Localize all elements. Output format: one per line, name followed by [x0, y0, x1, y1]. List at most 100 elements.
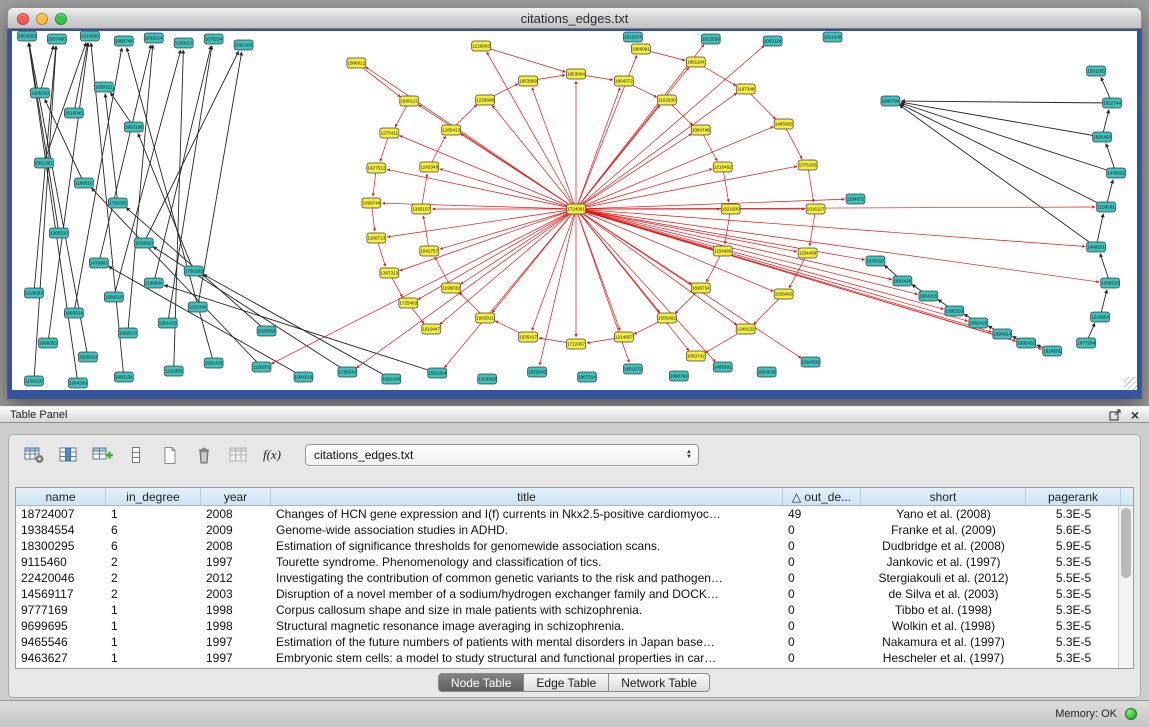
network-node[interactable]: 1912530 [701, 34, 720, 44]
network-node[interactable]: 1692013 [118, 328, 137, 338]
tab-edge-table[interactable]: Edge Table [523, 673, 609, 692]
network-node[interactable]: 1561420 [204, 358, 223, 368]
citation-edge-black[interactable] [144, 51, 239, 243]
citation-edge-black[interactable] [901, 101, 1112, 103]
citation-edge-red[interactable] [440, 169, 576, 209]
network-node[interactable]: 1677204 [1077, 338, 1096, 348]
network-node[interactable]: 1891426 [893, 276, 912, 286]
citation-edge-black[interactable] [44, 43, 86, 163]
select-columns-button[interactable] [53, 442, 83, 468]
network-node[interactable]: 1089213 [1101, 278, 1120, 288]
network-node[interactable]: 1053124 [763, 36, 782, 46]
network-node[interactable]: 1653104 [382, 374, 401, 384]
network-node[interactable]: 1465931 [713, 362, 732, 372]
column-header-2[interactable]: year [201, 488, 271, 505]
network-node[interactable]: 1591105 [1087, 66, 1106, 76]
network-node[interactable]: 1600121 [400, 96, 419, 106]
table-row[interactable]: 1456911722003Disruption of a novel membe… [16, 586, 1118, 602]
network-node[interactable]: 1154469 [713, 246, 732, 256]
table-row[interactable]: 911546021997Tourette syndrome. Phenomeno… [16, 554, 1118, 570]
vertical-scrollbar[interactable] [1118, 506, 1133, 668]
column-header-4[interactable]: △ out_de... [783, 488, 861, 505]
table-row[interactable]: 2242004622012Investigating the contribut… [16, 570, 1118, 586]
citation-edge-red[interactable] [576, 93, 737, 209]
network-node[interactable]: 1922045 [528, 367, 547, 377]
network-node[interactable]: 1275411 [380, 128, 399, 138]
window-titlebar[interactable]: citations_edges.txt [7, 7, 1142, 29]
citation-edge-black[interactable] [48, 43, 88, 343]
citation-edge-black[interactable] [901, 103, 1116, 173]
network-node[interactable]: 1695432 [1017, 338, 1036, 348]
network-node[interactable]: 1739205 [108, 198, 127, 208]
network-node[interactable]: 1853993 [17, 31, 36, 41]
network-node[interactable]: 1529910 [134, 238, 153, 248]
network-node[interactable]: 1905134 [114, 372, 133, 382]
scrollbar-thumb[interactable] [1121, 508, 1131, 578]
citation-edge-red[interactable] [387, 169, 576, 209]
network-node[interactable]: 1016127 [806, 204, 825, 214]
network-node[interactable]: 1824509 [757, 367, 776, 377]
table-row[interactable]: 1872400712008Changes of HCN gene express… [16, 506, 1118, 522]
citation-edge-black[interactable] [127, 48, 214, 363]
network-node[interactable]: 1813074 [623, 32, 642, 42]
network-node[interactable]: 1190544 [144, 278, 163, 288]
network-node[interactable]: 1090763 [669, 371, 688, 381]
network-node[interactable]: 1825463 [1093, 132, 1112, 142]
citation-edge-black[interactable] [153, 247, 347, 372]
citation-edge-red[interactable] [576, 209, 737, 325]
function-builder-button[interactable]: f(x) [257, 442, 287, 468]
table-row[interactable]: 977716911998Corpus callosum shape and si… [16, 602, 1118, 618]
table-row[interactable]: 946554611997Estimation of the future num… [16, 634, 1118, 650]
network-node[interactable]: 1904372 [614, 76, 633, 86]
network-node[interactable]: 1591354 [428, 368, 447, 378]
network-node[interactable]: 1722457 [567, 339, 586, 349]
network-node[interactable]: 2057480 [47, 34, 66, 44]
network-node[interactable]: 2126093 [24, 288, 43, 298]
table-row[interactable]: 969969511998Structural magnetic resonanc… [16, 618, 1118, 634]
network-node[interactable]: 1209613 [174, 38, 193, 48]
network-node[interactable]: 1095233 [945, 306, 964, 316]
citation-edge-red[interactable] [492, 105, 576, 209]
network-node[interactable]: 1226083 [472, 41, 491, 51]
network-node[interactable]: 1924501 [1043, 346, 1062, 356]
network-node[interactable]: 1505910 [78, 352, 97, 362]
network-node[interactable]: 1242049 [420, 162, 439, 172]
network-node[interactable]: 1679197 [866, 256, 885, 266]
network-node[interactable]: 1091305 [234, 40, 253, 50]
network-node[interactable]: 1126350 [164, 366, 183, 376]
citation-edge-red[interactable] [576, 207, 1095, 209]
citation-edge-red[interactable] [440, 209, 576, 249]
network-node[interactable]: 1821600 [721, 204, 740, 214]
network-node[interactable]: 1248132 [736, 324, 755, 334]
network-node[interactable]: 1185107 [412, 204, 431, 214]
network-node[interactable]: 1750162 [184, 266, 203, 276]
zoom-window-button[interactable] [55, 13, 67, 25]
network-node[interactable]: 1901423 [158, 318, 177, 328]
network-node[interactable]: 2616045 [64, 108, 83, 118]
network-node[interactable]: 1863021 [476, 313, 495, 323]
network-node[interactable]: 2026059 [257, 326, 276, 336]
network-node[interactable]: 1159581 [1097, 202, 1116, 212]
network-node[interactable]: 1664309 [68, 378, 87, 388]
network-node[interactable]: 1675204 [204, 34, 223, 44]
citation-edge-black[interactable] [91, 43, 124, 377]
network-node[interactable]: 1162630 [657, 95, 676, 105]
citation-edge-black[interactable] [105, 94, 118, 203]
network-node[interactable]: 1961104 [686, 57, 705, 67]
column-header-3[interactable]: title [271, 488, 783, 505]
network-node[interactable]: 1693024 [64, 308, 83, 318]
table-source-select[interactable]: citations_edges.txt ▲ ▼ [305, 444, 699, 466]
citation-edge-black[interactable] [899, 105, 1096, 247]
column-settings-button[interactable] [19, 442, 49, 468]
citation-edge-red[interactable] [576, 209, 1099, 282]
network-node[interactable]: 1220688 [476, 95, 495, 105]
network-node[interactable]: 1154499 [798, 248, 817, 258]
citation-edge-red[interactable] [576, 44, 704, 209]
citation-edge-red[interactable] [400, 209, 576, 271]
citation-edge-red[interactable] [532, 209, 576, 330]
network-node[interactable]: 1253108 [188, 302, 207, 312]
citation-edge-red[interactable] [576, 169, 712, 209]
network-node[interactable]: 1725463 [399, 298, 418, 308]
network-node[interactable]: 1367313 [380, 268, 399, 278]
citation-edge-red[interactable] [810, 209, 816, 246]
